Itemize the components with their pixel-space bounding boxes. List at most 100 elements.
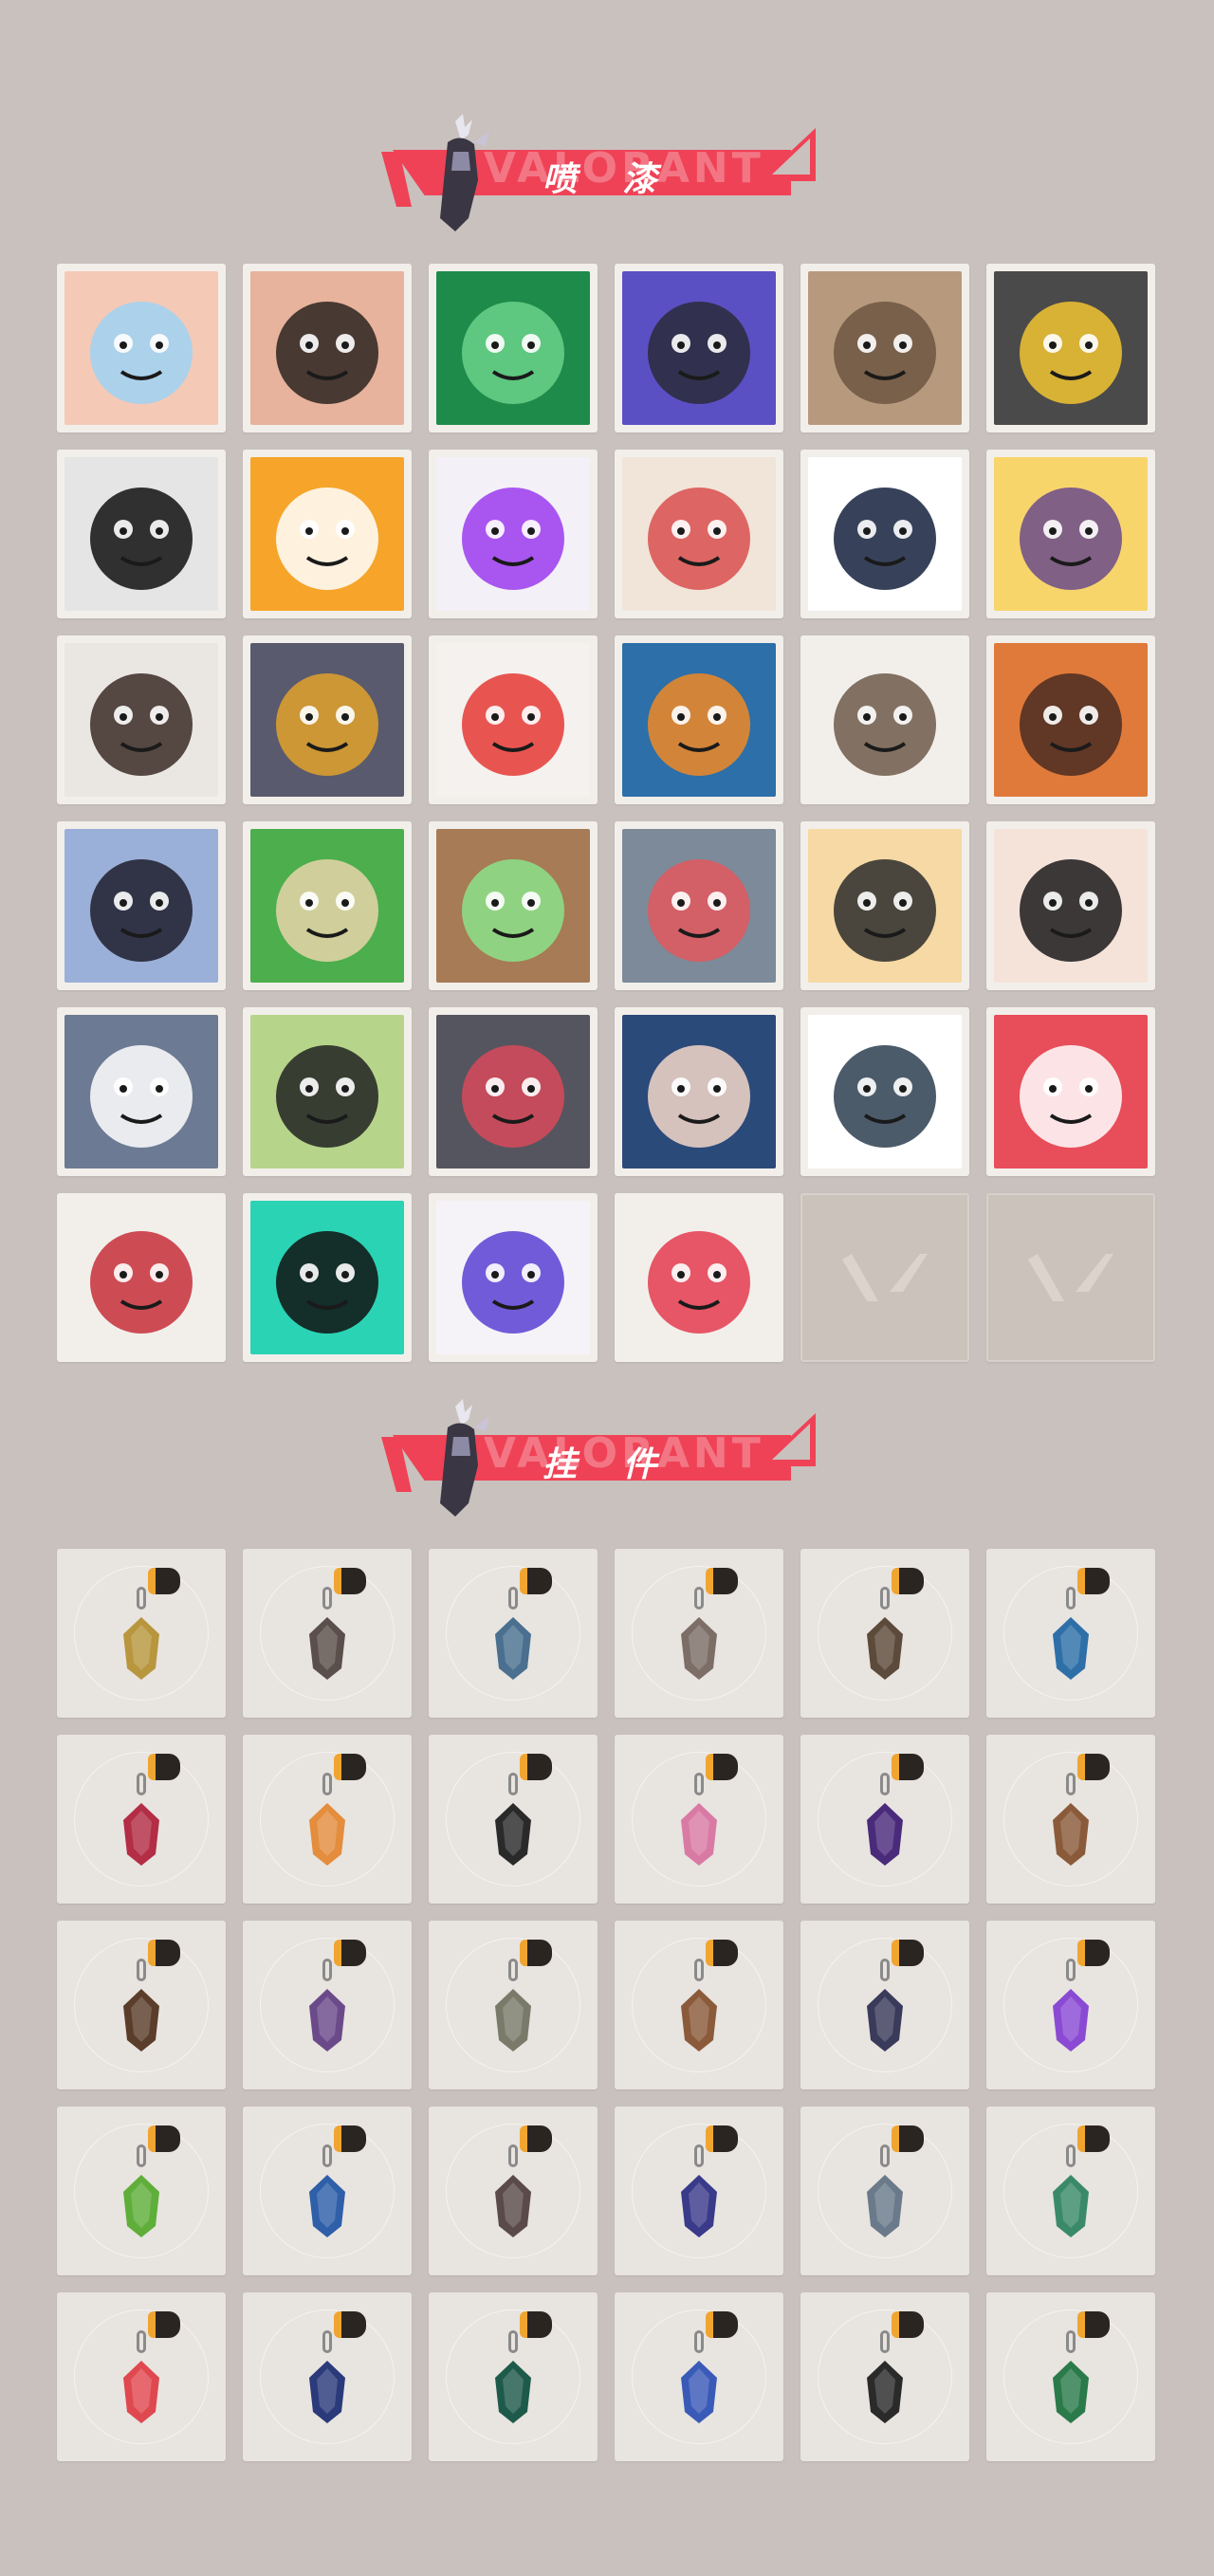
charm-chain-icon xyxy=(322,1959,332,1981)
purple-gun-spray[interactable] xyxy=(615,264,783,432)
charm-chain-icon xyxy=(137,2330,146,2353)
blue-box-charm[interactable] xyxy=(429,1549,598,1718)
teal-valorant-spray[interactable] xyxy=(243,1193,412,1362)
ep9-blue-charm-icon xyxy=(675,2173,723,2239)
blue-bottle-charm[interactable] xyxy=(986,1549,1155,1718)
ep9-purple-charm[interactable] xyxy=(800,1735,969,1904)
beanie-penguin-spray[interactable] xyxy=(57,1007,226,1176)
tiger-spray[interactable] xyxy=(800,821,969,990)
charm-clip-icon xyxy=(892,2311,924,2338)
charm-clip-icon xyxy=(892,1754,924,1780)
ufo-charm[interactable] xyxy=(615,2292,783,2461)
gold-v-charm[interactable] xyxy=(800,2292,969,2461)
angry-face-spray[interactable] xyxy=(243,264,412,432)
butterfly-face-spray[interactable] xyxy=(57,264,226,432)
orange-dial-spray[interactable] xyxy=(615,635,783,804)
dark-hair-boy-spray[interactable] xyxy=(57,821,226,990)
green-gem-charm[interactable] xyxy=(986,2292,1155,2461)
ep9-purple-charm-icon xyxy=(861,1801,909,1868)
orange-fish-charm[interactable] xyxy=(243,1735,412,1904)
charm-chain-icon xyxy=(1066,1959,1076,1981)
charm-clip-icon xyxy=(1077,2311,1110,2338)
charm-clip-icon xyxy=(1077,1568,1110,1594)
charm-chain-icon xyxy=(880,2330,890,2353)
green-robot-charm[interactable] xyxy=(986,2107,1155,2275)
radio-charm-icon xyxy=(489,2173,537,2239)
ep9-blue-charm[interactable] xyxy=(615,2107,783,2275)
hooded-girl-spray[interactable] xyxy=(615,1007,783,1176)
purple-graffiti-spray[interactable] xyxy=(429,1193,598,1362)
agent-badge-charm[interactable] xyxy=(800,2107,969,2275)
black-rope-charm-icon xyxy=(489,1801,537,1868)
armored-helmet-spray[interactable] xyxy=(243,635,412,804)
ep9-gold-charm-icon xyxy=(304,2359,351,2425)
gray-hat-charm[interactable] xyxy=(429,1921,598,2089)
pixel-raccoon-gun-spray-icon xyxy=(808,1015,962,1168)
brown-box-charm[interactable] xyxy=(615,1921,783,2089)
teddy-bear-charm[interactable] xyxy=(986,1735,1155,1904)
chevron-stripes-spray[interactable] xyxy=(800,450,969,618)
yellow-blob-spray-icon xyxy=(994,457,1148,611)
tassel-charm[interactable] xyxy=(800,1921,969,2089)
ep9-gold-charm[interactable] xyxy=(243,2292,412,2461)
watermelon-charm-icon xyxy=(118,2359,165,2425)
charm-clip-icon xyxy=(520,1568,552,1594)
mini-agent-charm[interactable] xyxy=(243,1921,412,2089)
crying-creature-spray[interactable] xyxy=(615,821,783,990)
bearded-man-spray[interactable] xyxy=(986,635,1155,804)
pixel-character-spray[interactable] xyxy=(57,635,226,804)
robot-orb-charm[interactable] xyxy=(243,1549,412,1718)
pixel-raccoon-gun-spray[interactable] xyxy=(800,1007,969,1176)
gold-bear-charm[interactable] xyxy=(57,1549,226,1718)
green-crate-spray-icon xyxy=(250,829,404,983)
charm-chain-icon xyxy=(508,1773,518,1795)
purple-scribble-spray[interactable] xyxy=(429,450,598,618)
round-bag-charm[interactable] xyxy=(800,1549,969,1718)
raccoon-charm-icon xyxy=(675,1615,723,1682)
agent-badge-charm-icon xyxy=(861,2173,909,2239)
red-spike-charm-icon xyxy=(118,1801,165,1868)
purple-gun-spray-icon xyxy=(622,271,776,425)
red-number-spray-icon xyxy=(994,1015,1148,1168)
ep8-green-charm-icon xyxy=(489,2359,537,2425)
blue-astronaut-charm[interactable] xyxy=(243,2107,412,2275)
purple-graffiti-spray-icon xyxy=(436,1201,590,1354)
charm-clip-icon xyxy=(334,1754,366,1780)
orange-mask-spray[interactable] xyxy=(243,450,412,618)
red-x-spray[interactable] xyxy=(57,1193,226,1362)
clown-face-spray[interactable] xyxy=(429,635,598,804)
watermelon-charm[interactable] xyxy=(57,2292,226,2461)
green-mask-spray[interactable] xyxy=(429,264,598,432)
raccoon-spray[interactable] xyxy=(800,635,969,804)
orange-mask-spray-icon xyxy=(250,457,404,611)
beanie-penguin-spray-icon xyxy=(64,1015,218,1168)
robot-eye-spray[interactable] xyxy=(986,264,1155,432)
penguin-hat-spray[interactable] xyxy=(800,264,969,432)
charm-clip-icon xyxy=(334,2311,366,2338)
grinning-cat-spray[interactable] xyxy=(429,1007,598,1176)
green-pager-charm[interactable] xyxy=(57,2107,226,2275)
spray-grid xyxy=(57,264,1157,1362)
raccoon-charm[interactable] xyxy=(615,1549,783,1718)
black-rope-charm[interactable] xyxy=(429,1735,598,1904)
sparkle-star-spray[interactable] xyxy=(57,450,226,618)
black-hair-girl-spray[interactable] xyxy=(986,821,1155,990)
brown-box-charm-icon xyxy=(675,1987,723,2053)
charm-chain-icon xyxy=(322,1587,332,1610)
goggles-cat-spray[interactable] xyxy=(615,450,783,618)
pink-cupcake-charm[interactable] xyxy=(615,1735,783,1904)
lava-lamp-charm[interactable] xyxy=(986,1921,1155,2089)
charm-clip-icon xyxy=(892,1568,924,1594)
red-number-spray[interactable] xyxy=(986,1007,1155,1176)
ep8-green-charm[interactable] xyxy=(429,2292,598,2461)
red-circle-logo-spray[interactable] xyxy=(615,1193,783,1362)
green-eyes-spray[interactable] xyxy=(429,821,598,990)
radio-charm[interactable] xyxy=(429,2107,598,2275)
lava-lamp-charm-icon xyxy=(1047,1987,1094,2053)
frog-hat-spray[interactable] xyxy=(243,1007,412,1176)
brown-cross-charm[interactable] xyxy=(57,1921,226,2089)
empty-slot-logo-icon xyxy=(810,1203,960,1352)
red-spike-charm[interactable] xyxy=(57,1735,226,1904)
green-crate-spray[interactable] xyxy=(243,821,412,990)
yellow-blob-spray[interactable] xyxy=(986,450,1155,618)
